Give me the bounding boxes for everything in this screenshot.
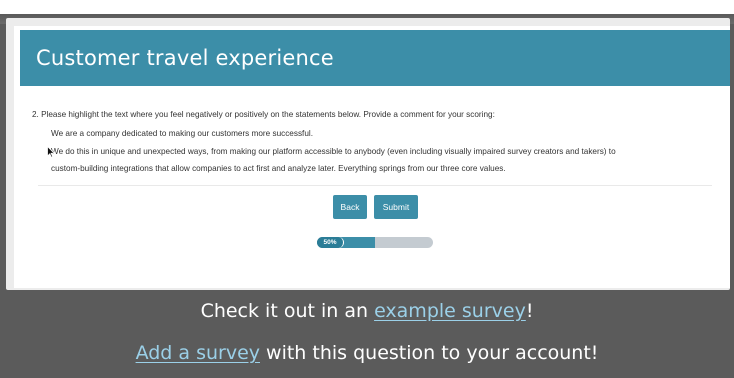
statement-2[interactable]: We do this in unique and unexpected ways… <box>51 147 616 156</box>
statement-1[interactable]: We are a company dedicated to making our… <box>51 129 313 138</box>
survey-title: Customer travel experience <box>36 46 334 70</box>
top-strip <box>0 0 734 14</box>
divider <box>38 185 712 186</box>
promo-line-1: Check it out in an example survey! <box>0 300 734 322</box>
promo-text-suffix: ! <box>525 300 534 322</box>
promo-text-suffix-2: with this question to your account! <box>260 342 599 364</box>
back-button[interactable]: Back <box>333 195 367 219</box>
statement-3[interactable]: custom-building integrations that allow … <box>51 164 506 173</box>
promo-text-prefix: Check it out in an <box>200 300 375 322</box>
promo-line-2: Add a survey with this question to your … <box>0 342 734 364</box>
progress-label: 50% <box>317 237 344 248</box>
question-text: 2. Please highlight the text where you f… <box>32 110 495 119</box>
submit-button[interactable]: Submit <box>374 195 418 219</box>
mouse-cursor-icon <box>47 146 55 158</box>
add-survey-link[interactable]: Add a survey <box>136 342 260 364</box>
survey-header: Customer travel experience <box>20 30 730 86</box>
example-survey-link[interactable]: example survey <box>374 300 526 322</box>
